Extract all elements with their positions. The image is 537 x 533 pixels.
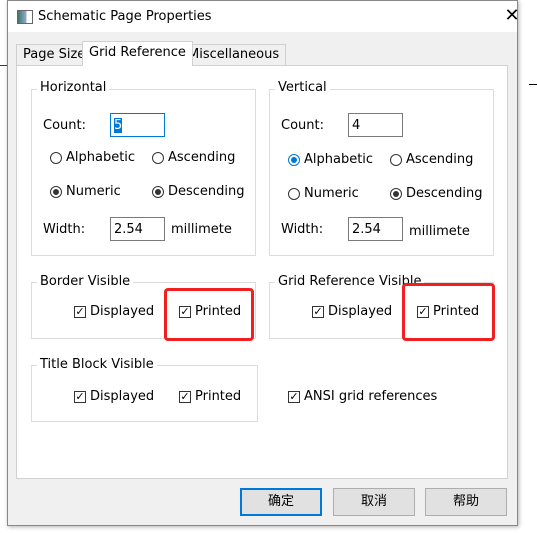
h-width-label: Width: [43,222,86,237]
h-alphabetic-radio[interactable] [50,152,62,164]
h-width-input[interactable]: 2.54 [110,217,165,241]
window-title: Schematic Page Properties [38,9,212,24]
v-unit: millimete [409,224,470,239]
v-alphabetic-label: Alphabetic [304,152,374,167]
v-descending-radio[interactable] [390,188,402,200]
background-line [0,65,7,66]
v-descending-label: Descending [406,186,483,201]
h-alphabetic-label: Alphabetic [66,150,136,165]
highlight-box [402,283,495,341]
highlight-box [164,288,254,341]
h-descending-radio[interactable] [152,186,164,198]
ansi-checkbox[interactable]: ✓ [288,391,300,403]
h-ascending-radio[interactable] [152,152,164,164]
tab-miscellaneous[interactable]: Miscellaneous [181,44,287,65]
v-numeric-radio[interactable] [288,188,300,200]
border-displayed-label: Displayed [90,304,155,319]
close-icon[interactable]: ✕ [500,5,524,27]
border-visible-label: Border Visible [37,274,134,289]
title-printed-checkbox[interactable]: ✓ [179,391,191,403]
title-block-visible-label: Title Block Visible [37,357,157,372]
v-ascending-label: Ascending [406,152,474,167]
ok-button[interactable]: 确定 [240,488,322,516]
title-displayed-checkbox[interactable]: ✓ [74,391,86,403]
tab-page-size[interactable]: Page Size [16,44,93,65]
vertical-label: Vertical [275,80,330,95]
h-count-label: Count: [43,118,86,133]
v-alphabetic-radio[interactable] [288,154,300,166]
title-displayed-label: Displayed [90,389,155,404]
v-numeric-label: Numeric [304,186,359,201]
h-numeric-label: Numeric [66,184,121,199]
title-printed-label: Printed [195,389,242,404]
horizontal-label: Horizontal [37,80,110,95]
v-count-input[interactable]: 4 [348,113,403,137]
ansi-label: ANSI grid references [304,389,438,404]
grid-displayed-label: Displayed [328,304,393,319]
v-ascending-radio[interactable] [390,154,402,166]
v-width-input[interactable]: 2.54 [348,217,403,241]
schematic-page-properties-dialog: Schematic Page Properties ✕ Page Size Gr… [7,0,520,526]
h-ascending-label: Ascending [168,150,236,165]
title-bar: Schematic Page Properties ✕ [8,1,520,32]
tab-grid-reference[interactable]: Grid Reference [82,41,193,66]
cancel-button[interactable]: 取消 [333,488,415,516]
h-count-input[interactable]: 5 [110,113,165,137]
border-displayed-checkbox[interactable]: ✓ [74,306,86,318]
h-numeric-radio[interactable] [50,186,62,198]
app-icon [17,10,33,24]
background-line [529,84,537,85]
v-count-label: Count: [281,118,324,133]
grid-reference-panel: Horizontal Count: 5 Alphabetic Ascending… [16,65,508,479]
v-width-label: Width: [281,222,324,237]
h-descending-label: Descending [168,184,245,199]
help-button[interactable]: 帮助 [425,488,507,516]
h-unit: millimete [171,222,232,237]
grid-displayed-checkbox[interactable]: ✓ [312,306,324,318]
